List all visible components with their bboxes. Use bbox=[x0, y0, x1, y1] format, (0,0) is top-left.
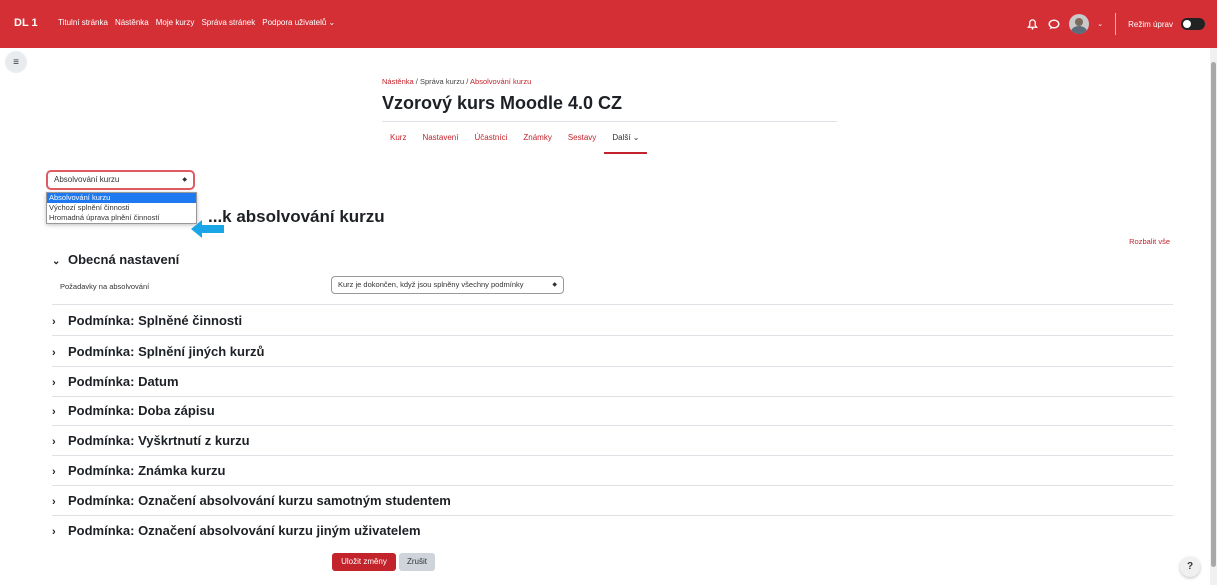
tab-reports[interactable]: Sestavy bbox=[560, 132, 604, 154]
section-title: Obecná nastavení bbox=[68, 252, 180, 267]
pointer-arrow-icon bbox=[191, 220, 224, 238]
section-title: Podmínka: Splnění jiných kurzů bbox=[68, 344, 265, 359]
chevron-right-icon: › bbox=[52, 496, 56, 508]
chevron-right-icon: › bbox=[52, 526, 56, 538]
user-avatar[interactable] bbox=[1069, 14, 1090, 34]
site-brand[interactable]: DL 1 bbox=[14, 17, 38, 29]
expand-all-link[interactable]: Rozbalit vše bbox=[1129, 237, 1170, 246]
list-icon: ≡ bbox=[13, 56, 19, 68]
cancel-button[interactable]: Zrušit bbox=[399, 553, 435, 571]
section-title: Podmínka: Označení absolvování kurzu sam… bbox=[68, 493, 451, 508]
scrollbar-thumb[interactable] bbox=[1211, 62, 1216, 567]
chevron-down-icon[interactable]: ⌄ bbox=[1097, 20, 1103, 28]
bell-icon[interactable] bbox=[1025, 17, 1039, 31]
completion-requirements-select[interactable]: Kurz je dokončen, když jsou splněny všec… bbox=[331, 276, 564, 294]
navbar-divider bbox=[1115, 13, 1117, 35]
edit-mode-label: Režim úprav bbox=[1128, 19, 1173, 29]
chevron-right-icon: › bbox=[52, 377, 56, 389]
course-index-toggle-button[interactable]: ≡ bbox=[5, 51, 27, 73]
section-condition-self-completion[interactable]: › Podmínka: Označení absolvování kurzu sa… bbox=[52, 493, 451, 508]
secondary-navigation: Kurz Nastavení Účastníci Známky Sestavy … bbox=[382, 132, 648, 154]
dropdown-option-default-activity-completion[interactable]: Výchozí splnění činnosti bbox=[47, 203, 196, 213]
nav-item-my-courses[interactable]: Moje kurzy bbox=[156, 18, 195, 27]
tab-settings[interactable]: Nastavení bbox=[414, 132, 466, 154]
page-title: ...k absolvování kurzu bbox=[208, 207, 385, 226]
tab-participants[interactable]: Účastníci bbox=[466, 132, 515, 154]
nav-item-site-admin[interactable]: Správa stránek bbox=[201, 18, 255, 27]
nav-item-user-support[interactable]: Podpora uživatelů ⌄ bbox=[262, 18, 335, 27]
nav-item-dashboard[interactable]: Nástěnka bbox=[115, 18, 149, 27]
help-button[interactable]: ? bbox=[1180, 557, 1200, 577]
nav-item-home[interactable]: Titulní stránka bbox=[58, 18, 108, 27]
dropdown-option-bulk-edit-activity-completion[interactable]: Hromadná úprava plnění činností bbox=[47, 213, 196, 223]
save-changes-button[interactable]: Uložit změny bbox=[332, 553, 396, 571]
section-title: Podmínka: Označení absolvování kurzu jin… bbox=[68, 523, 421, 538]
section-condition-course-grade[interactable]: › Podmínka: Známka kurzu bbox=[52, 463, 225, 478]
breadcrumb-course-completion[interactable]: Absolvování kurzu bbox=[470, 77, 531, 86]
section-divider bbox=[52, 485, 1173, 486]
section-title: Podmínka: Doba zápisu bbox=[68, 403, 215, 418]
section-condition-activities[interactable]: › Podmínka: Splněné činnosti bbox=[52, 313, 242, 328]
primary-navigation: Titulní stránka Nástěnka Moje kurzy Sprá… bbox=[58, 18, 335, 27]
section-condition-enrolment-duration[interactable]: › Podmínka: Doba zápisu bbox=[52, 403, 215, 418]
breadcrumb-course-admin: Správa kurzu bbox=[419, 77, 465, 86]
section-condition-date[interactable]: › Podmínka: Datum bbox=[52, 374, 179, 389]
section-title: Podmínka: Vyškrtnutí z kurzu bbox=[68, 433, 250, 448]
chevron-right-icon: › bbox=[52, 436, 56, 448]
breadcrumb-dashboard[interactable]: Nástěnka bbox=[382, 77, 414, 86]
section-divider bbox=[52, 366, 1173, 367]
top-navbar: DL 1 Titulní stránka Nástěnka Moje kurzy… bbox=[0, 0, 1217, 48]
completion-page-dropdown: Absolvování kurzu Výchozí splnění činnos… bbox=[46, 192, 197, 224]
edit-mode-toggle[interactable] bbox=[1181, 18, 1205, 30]
section-title: Podmínka: Splněné činnosti bbox=[68, 313, 243, 328]
course-title: Vzorový kurs Moodle 4.0 CZ bbox=[382, 93, 623, 113]
completion-page-select[interactable]: Absolvování kurzu ◆ bbox=[46, 170, 195, 190]
chevron-right-icon: › bbox=[52, 466, 56, 478]
section-condition-manual-completion[interactable]: › Podmínka: Označení absolvování kurzu ji… bbox=[52, 523, 421, 538]
title-divider bbox=[382, 121, 837, 122]
breadcrumb-separator: / bbox=[466, 77, 469, 86]
chevron-right-icon: › bbox=[52, 347, 56, 359]
section-title: Podmínka: Datum bbox=[68, 374, 179, 389]
breadcrumb: Nástěnka / Správa kurzu / Absolvování ku… bbox=[382, 77, 531, 86]
select-arrow-icon: ◆ bbox=[182, 177, 187, 183]
tab-course[interactable]: Kurz bbox=[382, 132, 414, 154]
tab-grades[interactable]: Známky bbox=[515, 132, 559, 154]
completion-requirements-label: Požadavky na absolvování bbox=[60, 282, 150, 291]
dropdown-option-course-completion[interactable]: Absolvování kurzu bbox=[47, 193, 196, 203]
chevron-right-icon: › bbox=[52, 316, 56, 328]
section-divider bbox=[52, 304, 1173, 305]
chat-bubble-icon[interactable] bbox=[1047, 17, 1061, 31]
section-condition-unenrolment[interactable]: › Podmínka: Vyškrtnutí z kurzu bbox=[52, 433, 250, 448]
section-divider bbox=[52, 335, 1173, 336]
section-title: Podmínka: Známka kurzu bbox=[68, 463, 226, 478]
select-value: Kurz je dokončen, když jsou splněny všec… bbox=[338, 280, 524, 289]
navbar-right: ⌄ Režim úprav bbox=[1025, 13, 1205, 35]
section-divider bbox=[52, 515, 1173, 516]
select-arrow-icon: ◆ bbox=[552, 282, 557, 288]
section-divider bbox=[52, 425, 1173, 426]
section-general-settings[interactable]: ⌄ Obecná nastavení bbox=[52, 252, 179, 267]
breadcrumb-separator: / bbox=[415, 77, 418, 86]
section-divider bbox=[52, 455, 1173, 456]
section-condition-other-courses[interactable]: › Podmínka: Splnění jiných kurzů bbox=[52, 344, 264, 359]
chevron-right-icon: › bbox=[52, 406, 56, 418]
tab-more[interactable]: Další ⌄ bbox=[604, 132, 648, 154]
select-value: Absolvování kurzu bbox=[54, 175, 120, 184]
section-divider bbox=[52, 396, 1173, 397]
chevron-down-icon: ⌄ bbox=[52, 256, 61, 267]
